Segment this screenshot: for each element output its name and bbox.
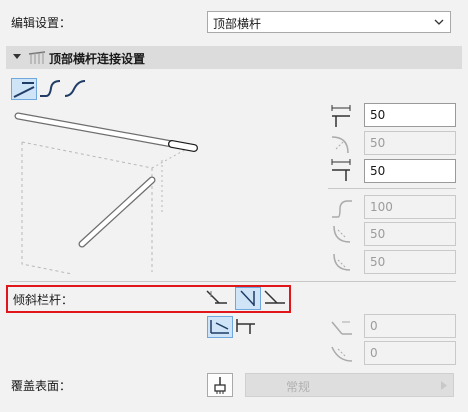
- radius-icon: [331, 136, 349, 154]
- slope-vertical-icon: [240, 290, 255, 306]
- slope-option-2-button[interactable]: [235, 287, 261, 310]
- surface-select[interactable]: 常规: [245, 373, 454, 397]
- length-bottom-icon: [331, 159, 351, 181]
- length-bottom-input[interactable]: 50: [364, 159, 456, 183]
- connection-straight-button[interactable]: [11, 78, 37, 100]
- connection-curve-button[interactable]: [63, 78, 89, 100]
- radius-b-icon: [333, 253, 351, 271]
- radius-b-input[interactable]: 50: [364, 250, 456, 274]
- section-header[interactable]: 顶部横杆连接设置: [6, 46, 462, 69]
- chevron-right-icon: [441, 381, 447, 390]
- slope-angle-b-icon: [331, 346, 353, 362]
- edit-setting-value: 顶部横杆: [213, 17, 262, 31]
- edit-setting-select[interactable]: 顶部横杆: [207, 11, 451, 33]
- slope-down-right-icon: [264, 290, 285, 304]
- divider: [10, 281, 456, 282]
- section-title: 顶部横杆连接设置: [49, 52, 146, 66]
- surface-value: 常规: [286, 380, 311, 394]
- slope-option-3-button[interactable]: [263, 287, 289, 310]
- end-angle-icon: [210, 320, 229, 334]
- offset-icon: [332, 200, 352, 218]
- length-top-input[interactable]: 50: [364, 103, 456, 127]
- slope-a-input[interactable]: 0: [364, 314, 456, 338]
- slope-rail-label: 倾斜栏杆：: [13, 293, 74, 307]
- curve-connection-icon: [64, 80, 86, 97]
- radius-a-icon: [333, 225, 351, 243]
- chevron-down-icon: [434, 19, 444, 25]
- collapse-triangle-icon: [13, 54, 21, 59]
- slope-down-left-icon: [206, 290, 227, 304]
- straight-connection-icon: [13, 82, 35, 98]
- railing-icon: [28, 51, 46, 64]
- bend-connection-icon: [40, 80, 61, 97]
- slope-option-1-button[interactable]: [205, 287, 231, 310]
- paint-brush-icon: [214, 377, 226, 394]
- rail-connection-preview: [14, 112, 198, 274]
- end-flat-icon: [236, 319, 255, 334]
- edit-setting-label: 编辑设置：: [11, 16, 72, 30]
- offset-input[interactable]: 100: [364, 195, 456, 219]
- divider: [328, 188, 456, 189]
- connection-bend-button[interactable]: [38, 78, 64, 100]
- slope-angle-a-icon: [331, 321, 352, 335]
- surface-label: 覆盖表面：: [11, 379, 72, 393]
- length-icon: [331, 105, 351, 127]
- slope-b-input[interactable]: 0: [364, 341, 456, 365]
- radius-a-input[interactable]: 50: [364, 222, 456, 246]
- radius-top-input[interactable]: 50: [364, 131, 456, 155]
- end-option-2-button[interactable]: [234, 316, 260, 338]
- surface-override-button[interactable]: [207, 373, 233, 397]
- end-option-1-button[interactable]: [207, 316, 233, 338]
